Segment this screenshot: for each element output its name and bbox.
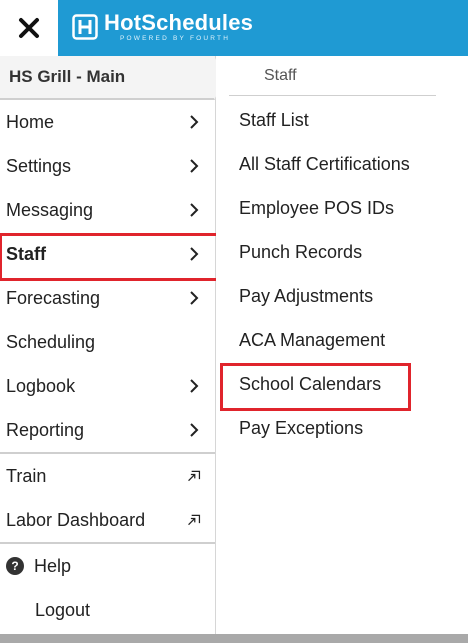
main-nav-panel: HS Grill - Main Home Settings Messaging … — [0, 56, 223, 634]
hotschedules-logo-icon — [72, 14, 98, 40]
nav-item-labor-dashboard[interactable]: Labor Dashboard — [0, 498, 215, 542]
submenu-divider — [229, 95, 436, 96]
nav-item-label: Home — [6, 111, 55, 132]
submenu-item-punch-records[interactable]: Punch Records — [239, 230, 410, 274]
hotschedules-logo: HotSchedules POWERED BY FOURTH — [72, 9, 253, 45]
submenu-item-employee-pos-ids[interactable]: Employee POS IDs — [239, 186, 410, 230]
submenu-item-school-calendars[interactable]: School Calendars — [220, 362, 411, 411]
nav-item-label: Train — [6, 465, 47, 486]
bottom-scroll-bar — [0, 634, 468, 643]
help-icon: ? — [6, 557, 24, 575]
nav-item-label: Staff — [6, 243, 46, 264]
store-name: HS Grill - Main — [0, 56, 215, 100]
nav-item-label: Scheduling — [6, 331, 96, 352]
submenu-title: Staff — [264, 67, 297, 84]
nav-item-label: Messaging — [6, 199, 94, 220]
nav-item-label: Reporting — [6, 419, 85, 440]
chevron-right-icon — [187, 246, 201, 262]
nav-item-reporting[interactable]: Reporting — [0, 408, 215, 452]
submenu-item-aca-management[interactable]: ACA Management — [239, 318, 410, 362]
nav-item-scheduling[interactable]: Scheduling — [0, 320, 215, 364]
staff-submenu-panel: Staff Staff List All Staff Certification… — [216, 56, 468, 634]
nav-item-home[interactable]: Home — [0, 100, 215, 144]
chevron-right-icon — [187, 158, 201, 174]
help-label: Help — [34, 555, 72, 576]
nav-item-settings[interactable]: Settings — [0, 144, 215, 188]
brand-name: HotSchedules — [104, 9, 254, 35]
logout-link[interactable]: Logout — [0, 588, 215, 632]
nav-item-staff[interactable]: Staff — [0, 232, 223, 281]
brand-tagline: POWERED BY FOURTH — [120, 34, 231, 42]
logout-label: Logout — [35, 599, 91, 620]
submenu-item-staff-list[interactable]: Staff List — [239, 98, 410, 142]
nav-item-messaging[interactable]: Messaging — [0, 188, 215, 232]
nav-item-logbook[interactable]: Logbook — [0, 364, 215, 408]
external-link-icon — [187, 512, 201, 528]
nav-item-label: Logbook — [6, 375, 76, 396]
nav-item-forecasting[interactable]: Forecasting — [0, 276, 215, 320]
top-bar: HotSchedules POWERED BY FOURTH — [0, 0, 468, 56]
chevron-right-icon — [187, 290, 201, 306]
submenu-item-all-staff-certifications[interactable]: All Staff Certifications — [239, 142, 410, 186]
submenu-item-pay-exceptions[interactable]: Pay Exceptions — [239, 406, 410, 450]
close-icon — [19, 18, 39, 38]
nav-item-label: Forecasting — [6, 287, 101, 308]
close-menu-button[interactable] — [0, 0, 58, 56]
nav-item-train[interactable]: Train — [0, 454, 215, 498]
external-link-icon — [187, 468, 201, 484]
submenu-list: Staff List All Staff Certifications Empl… — [220, 98, 411, 450]
chevron-right-icon — [187, 422, 201, 438]
chevron-right-icon — [187, 114, 201, 130]
chevron-right-icon — [187, 202, 201, 218]
help-link[interactable]: ? Help — [0, 544, 215, 588]
submenu-item-pay-adjustments[interactable]: Pay Adjustments — [239, 274, 410, 318]
chevron-right-icon — [187, 378, 201, 394]
nav-item-label: Settings — [6, 155, 72, 176]
nav-item-label: Labor Dashboard — [6, 509, 146, 530]
